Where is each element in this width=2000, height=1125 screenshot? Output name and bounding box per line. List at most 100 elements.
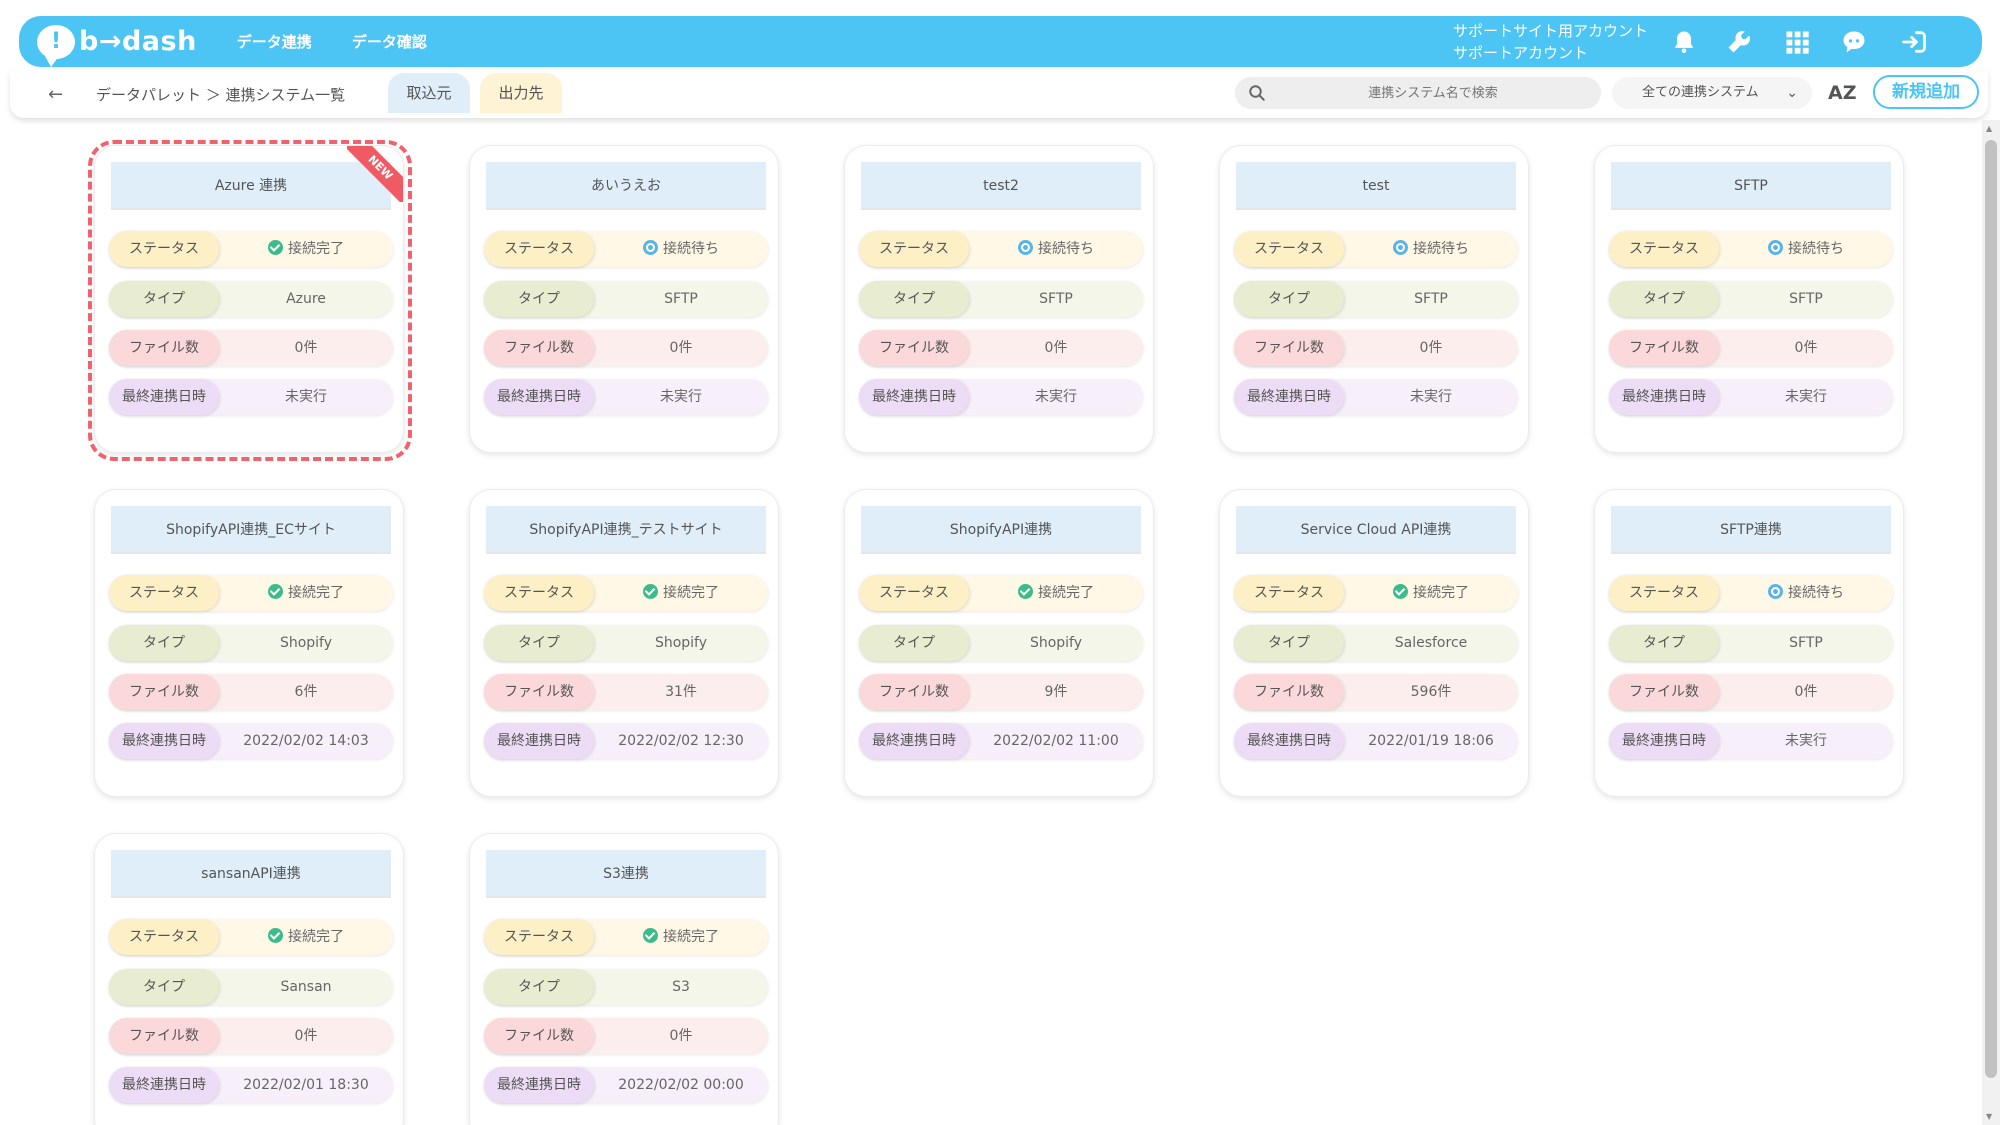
scroll-down-icon[interactable]: ▼ [1986,1112,1992,1121]
tab-import-source[interactable]: 取込元 [388,73,470,113]
file-count-row: ファイル数 0件 [109,1018,393,1054]
logo[interactable]: ! b→dash [37,24,197,67]
integration-card[interactable]: test ステータス 接続待ち タイプ SFTP ファイル数 0件 最終連携日時 未実行 [1219,145,1529,453]
file-count-value: 0件 [1044,340,1068,356]
card-title: S3連携 [486,850,766,898]
bell-icon[interactable] [1669,28,1699,56]
integration-card[interactable]: SFTP連携ステータス 接続待ち タイプ SFTP ファイル数 0件 最終連携日時 未実行 [1594,489,1904,797]
card-title: ShopifyAPI連携_テストサイト [486,506,766,554]
file-count-row: ファイル数 0件 [1609,674,1893,710]
integration-card[interactable]: S3連携 ステータス 接続完了 タイプ S3 ファイル数 0件 最終連携日時 2022/02/0… [469,833,779,1125]
check-circle-icon [268,928,283,943]
last-run-value: 未実行 [1035,389,1077,405]
file-count-row: ファイル数 596件 [1234,674,1518,710]
last-run-label: 最終連携日時 [484,1067,594,1103]
type-row: タイプ SFTP [1609,625,1893,661]
integration-card[interactable]: ShopifyAPI連携_ECサイト ステータス 接続完了 タイプ Shopify ファイ… [94,489,404,797]
integration-card[interactable]: ShopifyAPI連携 ステータス 接続完了 タイプ Shopify ファイル数 9件 最終… [844,489,1154,797]
assistant-icon[interactable] [1839,28,1869,56]
last-run-value: 2022/02/02 14:03 [243,733,369,749]
last-run-value: 2022/02/01 18:30 [243,1077,369,1093]
status-label: ステータス [859,575,969,611]
account-info[interactable]: サポートサイト用アカウント サポートアカウント [1453,20,1648,64]
last-run-value: 2022/01/19 18:06 [1368,733,1494,749]
last-run-label: 最終連携日時 [1234,379,1344,415]
integration-card[interactable]: ShopifyAPI連携_テストサイト ステータス 接続完了 タイプ Shopify ファ… [469,489,779,797]
integration-card[interactable]: sansanAPI連携 ステータス 接続完了 タイプ Sansan ファイル数 0件 最終連携… [94,833,404,1125]
card-title: test2 [861,162,1141,210]
status-value: 接続待ち [1719,231,1893,267]
last-run-label: 最終連携日時 [859,723,969,759]
wrench-icon[interactable] [1724,28,1754,56]
sort-az-button[interactable]: AZ [1828,82,1856,104]
file-count-label: ファイル数 [484,330,594,366]
status-label: ステータス [109,575,219,611]
status-label: ステータス [484,575,594,611]
waiting-circle-icon [1018,240,1033,255]
status-label: ステータス [484,231,594,267]
tab-export-destination[interactable]: 出力先 [480,73,562,113]
last-run-label: 最終連携日時 [1234,723,1344,759]
integration-card[interactable]: SFTP ステータス 接続待ち タイプ SFTP ファイル数 0件 最終連携日時 未実行 [1594,145,1904,453]
scrollbar[interactable]: ▲ ▼ [1982,120,2000,1125]
status-row: ステータス 接続完了 [109,575,393,611]
file-count-row: ファイル数 31件 [484,674,768,710]
chevron-down-icon: ⌄ [1786,85,1798,101]
file-count-value: 9件 [1044,684,1068,700]
last-run-label: 最終連携日時 [1609,723,1719,759]
last-run-row: 最終連携日時 2022/02/02 12:30 [484,723,768,759]
file-count-row: ファイル数 0件 [484,330,768,366]
file-count-row: ファイル数 6件 [109,674,393,710]
scroll-up-icon[interactable]: ▲ [1986,124,1992,133]
nav-data-confirmation[interactable]: データ確認 [352,31,427,52]
grid-icon[interactable] [1782,28,1812,56]
file-count-label: ファイル数 [1609,330,1719,366]
status-label: ステータス [109,919,219,955]
file-count-row: ファイル数 0件 [1609,330,1893,366]
file-count-value: 31件 [665,684,697,700]
status-label: ステータス [1234,575,1344,611]
status-row: ステータス 接続完了 [859,575,1143,611]
status-row: ステータス 接続待ち [1609,231,1893,267]
type-value: SFTP [1039,291,1073,307]
status-value: 接続待ち [1719,575,1893,611]
integration-card[interactable]: あいうえお ステータス 接続待ち タイプ SFTP ファイル数 0件 最終連携日時 未実行 [469,145,779,453]
system-filter-select[interactable]: 全ての連携システム ⌄ [1612,77,1812,109]
type-label: タイプ [109,625,219,661]
card-title: ShopifyAPI連携 [861,506,1141,554]
type-value: Shopify [279,635,333,651]
breadcrumb[interactable]: データパレット ＞ 連携システム一覧 [96,84,345,105]
logout-icon[interactable] [1899,28,1929,56]
back-arrow-icon[interactable]: ← [48,84,63,105]
logo-text: b→dash [79,26,197,57]
nav-data-integration[interactable]: データ連携 [237,31,312,52]
status-row: ステータス 接続待ち [859,231,1143,267]
type-label: タイプ [1234,281,1344,317]
integration-card[interactable]: Service Cloud API連携 ステータス 接続完了 タイプ Salesforc… [1219,489,1529,797]
type-label: タイプ [859,281,969,317]
last-run-value: 未実行 [660,389,702,405]
type-label: タイプ [109,969,219,1005]
integration-card[interactable]: test2 ステータス 接続待ち タイプ SFTP ファイル数 0件 最終連携日時 未実行 [844,145,1154,453]
status-value: 接続完了 [594,919,768,955]
search-input[interactable] [1275,77,1591,109]
card-title: SFTP連携 [1611,506,1891,554]
file-count-label: ファイル数 [484,1018,594,1054]
status-row: ステータス 接続待ち [1609,575,1893,611]
last-run-value: 未実行 [1785,733,1827,749]
last-run-label: 最終連携日時 [109,723,219,759]
status-label: ステータス [484,919,594,955]
last-run-value: 未実行 [1410,389,1452,405]
status-value: 接続待ち [1344,231,1518,267]
file-count-label: ファイル数 [1234,674,1344,710]
last-run-label: 最終連携日時 [484,723,594,759]
scroll-thumb[interactable] [1985,140,1997,1078]
last-run-row: 最終連携日時 2022/01/19 18:06 [1234,723,1518,759]
last-run-value: 未実行 [1785,389,1827,405]
status-value: 接続完了 [219,919,393,955]
last-run-label: 最終連携日時 [859,379,969,415]
status-row: ステータス 接続完了 [109,919,393,955]
status-label: ステータス [859,231,969,267]
add-new-button[interactable]: 新規追加 [1873,75,1979,109]
waiting-circle-icon [1393,240,1408,255]
